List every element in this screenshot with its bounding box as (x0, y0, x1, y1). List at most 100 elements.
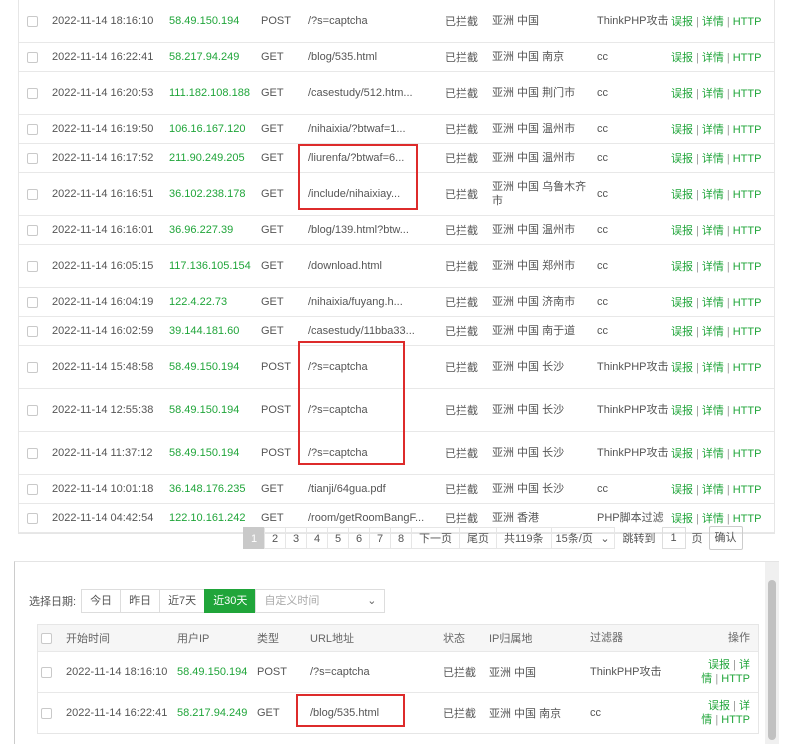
http-link[interactable]: HTTP (733, 484, 762, 496)
row-checkbox[interactable] (27, 87, 38, 99)
report-link[interactable]: 误报 (671, 52, 693, 64)
cell-ip[interactable]: 58.217.94.249 (177, 707, 257, 719)
page-3-button[interactable]: 3 (285, 527, 307, 549)
row-checkbox[interactable] (27, 188, 38, 200)
http-link[interactable]: HTTP (733, 189, 762, 201)
detail-link[interactable]: 详情 (702, 326, 724, 338)
report-link[interactable]: 误报 (671, 88, 693, 100)
http-link[interactable]: HTTP (733, 448, 762, 460)
page-5-button[interactable]: 5 (327, 527, 349, 549)
report-link[interactable]: 误报 (671, 448, 693, 460)
cell-ip[interactable]: 36.148.176.235 (169, 482, 261, 496)
select-all-checkbox[interactable] (41, 632, 52, 644)
report-link[interactable]: 误报 (671, 124, 693, 136)
http-link[interactable]: HTTP (733, 405, 762, 417)
report-link[interactable]: 误报 (671, 513, 693, 525)
last-page-button[interactable]: 尾页 (459, 527, 497, 549)
page-8-button[interactable]: 8 (390, 527, 412, 549)
custom-date-picker[interactable]: 自定义时间 ⌄ (255, 589, 386, 613)
report-link[interactable]: 误报 (671, 16, 693, 28)
detail-link[interactable]: 详情 (702, 124, 724, 136)
row-checkbox[interactable] (41, 666, 52, 678)
detail-link-part1[interactable]: 详 (739, 659, 750, 671)
cell-ip[interactable]: 36.102.238.178 (169, 187, 261, 201)
cell-ip[interactable]: 39.144.181.60 (169, 324, 261, 338)
cell-ip[interactable]: 117.136.105.154 (169, 259, 261, 273)
report-link[interactable]: 误报 (671, 326, 693, 338)
page-6-button[interactable]: 6 (348, 527, 370, 549)
cell-ip[interactable]: 58.49.150.194 (169, 14, 261, 28)
http-link[interactable]: HTTP (733, 88, 762, 100)
row-checkbox[interactable] (27, 512, 38, 524)
detail-link[interactable]: 详情 (702, 261, 724, 273)
detail-link[interactable]: 详情 (702, 225, 724, 237)
cell-ip[interactable]: 58.49.150.194 (169, 360, 261, 374)
http-link[interactable]: HTTP (733, 153, 762, 165)
http-link[interactable]: HTTP (733, 124, 762, 136)
row-checkbox[interactable] (27, 483, 38, 495)
cell-ip[interactable]: 122.4.22.73 (169, 295, 261, 309)
http-link[interactable]: HTTP (733, 261, 762, 273)
report-link[interactable]: 误报 (671, 225, 693, 237)
row-checkbox[interactable] (27, 404, 38, 416)
detail-link[interactable]: 详情 (702, 52, 724, 64)
cell-ip[interactable]: 211.90.249.205 (169, 151, 261, 165)
report-link[interactable]: 误报 (671, 405, 693, 417)
report-link[interactable]: 误报 (671, 261, 693, 273)
detail-link[interactable]: 详情 (702, 153, 724, 165)
detail-link[interactable]: 详情 (702, 16, 724, 28)
scrollbar-thumb[interactable] (768, 580, 776, 740)
detail-link[interactable]: 详情 (702, 513, 724, 525)
http-link[interactable]: HTTP (733, 297, 762, 309)
detail-link[interactable]: 详情 (702, 362, 724, 374)
row-checkbox[interactable] (41, 707, 52, 719)
http-link[interactable]: HTTP (733, 362, 762, 374)
page-4-button[interactable]: 4 (306, 527, 328, 549)
detail-link-part2[interactable]: 情 (701, 673, 712, 685)
jump-page-input[interactable]: 1 (661, 527, 686, 549)
cell-ip[interactable]: 36.96.227.39 (169, 223, 261, 237)
http-link[interactable]: HTTP (733, 326, 762, 338)
date-tab-0[interactable]: 今日 (81, 589, 122, 613)
http-link[interactable]: HTTP (733, 225, 762, 237)
row-checkbox[interactable] (27, 123, 38, 135)
cell-ip[interactable]: 122.10.161.242 (169, 511, 261, 525)
page-2-button[interactable]: 2 (264, 527, 286, 549)
report-link[interactable]: 误报 (708, 700, 730, 712)
jump-confirm-button[interactable]: 确认 (708, 526, 743, 550)
detail-link-part1[interactable]: 详 (739, 700, 750, 712)
http-link[interactable]: HTTP (721, 714, 750, 726)
row-checkbox[interactable] (27, 224, 38, 236)
row-checkbox[interactable] (27, 296, 38, 308)
page-1-button[interactable]: 1 (243, 527, 265, 549)
cell-ip[interactable]: 58.49.150.194 (169, 446, 261, 460)
next-page-button[interactable]: 下一页 (411, 527, 460, 549)
detail-link[interactable]: 详情 (702, 484, 724, 496)
cell-ip[interactable]: 58.49.150.194 (169, 403, 261, 417)
date-tab-3[interactable]: 近30天 (204, 589, 257, 613)
detail-link[interactable]: 详情 (702, 88, 724, 100)
page-7-button[interactable]: 7 (369, 527, 391, 549)
report-link[interactable]: 误报 (708, 659, 730, 671)
row-checkbox[interactable] (27, 260, 38, 272)
vertical-scrollbar[interactable] (765, 562, 779, 744)
report-link[interactable]: 误报 (671, 153, 693, 165)
report-link[interactable]: 误报 (671, 362, 693, 374)
report-link[interactable]: 误报 (671, 297, 693, 309)
row-checkbox[interactable] (27, 15, 38, 27)
detail-link[interactable]: 详情 (702, 297, 724, 309)
row-checkbox[interactable] (27, 152, 38, 164)
detail-link[interactable]: 详情 (702, 448, 724, 460)
date-tab-2[interactable]: 近7天 (159, 589, 206, 613)
cell-ip[interactable]: 58.217.94.249 (169, 50, 261, 64)
per-page-select[interactable]: 15条/页 ⌄ (550, 527, 615, 549)
detail-link[interactable]: 详情 (702, 189, 724, 201)
row-checkbox[interactable] (27, 447, 38, 459)
http-link[interactable]: HTTP (721, 673, 750, 685)
report-link[interactable]: 误报 (671, 484, 693, 496)
cell-ip[interactable]: 58.49.150.194 (177, 666, 257, 678)
row-checkbox[interactable] (27, 325, 38, 337)
date-tab-1[interactable]: 昨日 (120, 589, 161, 613)
http-link[interactable]: HTTP (733, 52, 762, 64)
row-checkbox[interactable] (27, 51, 38, 63)
